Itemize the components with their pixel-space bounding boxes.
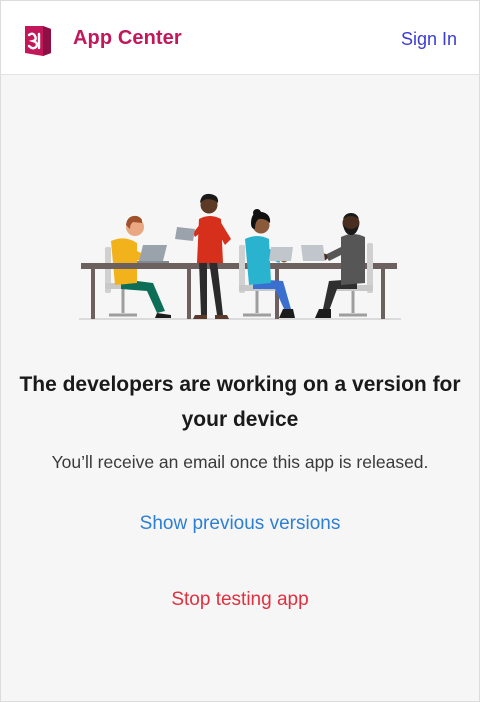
developers-working-illustration <box>79 191 401 323</box>
top-bar: App Center Sign In <box>1 1 479 75</box>
app-center-page: App Center Sign In The developers are wo… <box>0 0 480 702</box>
show-previous-versions-link[interactable]: Show previous versions <box>1 513 479 535</box>
stop-testing-app-link[interactable]: Stop testing app <box>1 589 479 611</box>
status-headline: The developers are working on a version … <box>19 373 461 431</box>
app-center-logo-icon[interactable] <box>19 23 57 57</box>
sign-in-link[interactable]: Sign In <box>401 29 457 50</box>
release-notice: You’ll receive an email once this app is… <box>51 452 429 472</box>
app-center-title[interactable]: App Center <box>73 27 182 50</box>
